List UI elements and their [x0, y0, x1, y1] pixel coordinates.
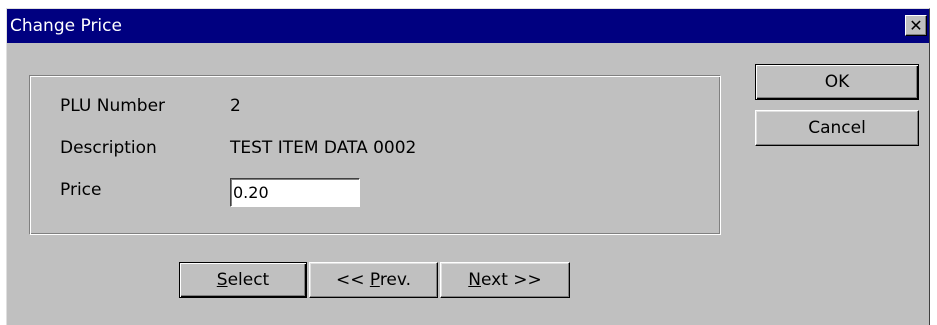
prev-label-prefix: <<	[335, 270, 370, 290]
item-groupbox: PLU Number 2 Description TEST ITEM DATA …	[29, 75, 721, 235]
price-label: Price	[60, 180, 102, 200]
prev-button[interactable]: << Prev.	[309, 262, 438, 298]
cancel-button-label: Cancel	[808, 118, 866, 138]
change-price-dialog: Change Price ✕ PLU Number 2 Description …	[6, 8, 930, 325]
next-button[interactable]: Next >>	[440, 262, 570, 298]
cancel-button[interactable]: Cancel	[755, 110, 919, 146]
close-button[interactable]: ✕	[905, 15, 927, 36]
select-mnemonic: S	[216, 270, 228, 290]
select-label-rest: elect	[227, 270, 270, 290]
price-input[interactable]: 0.20	[230, 178, 360, 207]
ok-button-label: OK	[824, 72, 850, 92]
next-label-rest: ext >>	[480, 270, 542, 290]
description-label: Description	[60, 138, 157, 158]
close-icon: ✕	[909, 15, 923, 35]
prev-label-rest: rev.	[379, 270, 412, 290]
plu-number-value: 2	[230, 96, 241, 116]
next-mnemonic: N	[468, 270, 481, 290]
description-value: TEST ITEM DATA 0002	[230, 138, 417, 158]
plu-number-label: PLU Number	[60, 96, 166, 116]
window-title: Change Price	[10, 16, 122, 36]
ok-button[interactable]: OK	[755, 64, 919, 100]
title-bar[interactable]: Change Price ✕	[7, 9, 929, 43]
prev-mnemonic: P	[369, 270, 380, 290]
select-button[interactable]: Select	[179, 262, 307, 298]
